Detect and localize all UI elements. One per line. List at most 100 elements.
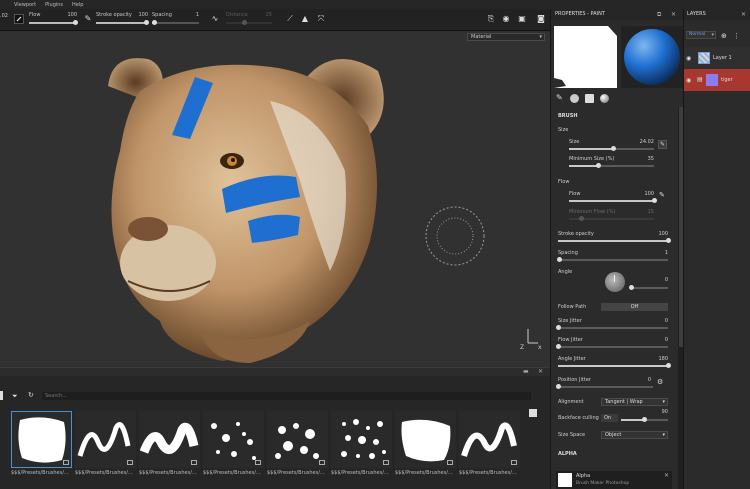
size-pressure-button[interactable]: ✎ <box>658 140 667 149</box>
browser-collapse-handle[interactable] <box>0 391 3 400</box>
folder-icon: ▤ <box>697 76 703 83</box>
alignment-dropdown[interactable]: Tangent | Wrap ▾ <box>601 398 668 406</box>
size-label: Size <box>569 139 580 145</box>
lazy-mouse-icon[interactable]: ∿ <box>210 14 220 24</box>
spacing-value: 1 <box>664 250 668 256</box>
toolbar-stroke-opacity-label: Stroke opacity <box>96 12 132 18</box>
size-jitter-slider[interactable] <box>555 325 668 330</box>
brush-thumb-caption: $$$/Presets/Brushes/... <box>331 470 389 476</box>
toolbar-flow-label: Flow <box>29 12 41 18</box>
angle-slider[interactable] <box>628 285 668 290</box>
brush-thumb[interactable]: $$$/Presets/Brushes/... <box>267 411 328 477</box>
layer-thumbnail <box>698 52 710 64</box>
close-icon[interactable]: ✕ <box>671 9 676 20</box>
brush-thumb[interactable]: $$$/Presets/Brushes/... <box>459 411 520 477</box>
close-icon[interactable]: ✕ <box>741 9 746 20</box>
blend-mode-value: Normal <box>689 32 706 37</box>
stroke-opacity-value: 100 <box>658 231 668 237</box>
close-icon[interactable]: ✕ <box>664 472 669 479</box>
blend-mode-dropdown[interactable]: Normal ▾ <box>686 31 716 39</box>
flow-label: Flow <box>569 191 581 197</box>
alignment-value: Tangent | Wrap <box>605 399 643 405</box>
environment-icon[interactable]: ◉ <box>501 14 511 24</box>
screenshot-icon[interactable]: ◙ <box>536 14 546 24</box>
viewport-3d[interactable]: Material ▾ Z x <box>0 31 550 367</box>
toolbar-stroke-opacity-value: 100 <box>138 12 148 18</box>
backface-angle-slider[interactable] <box>621 417 668 422</box>
layer-row[interactable]: ◉ ▤ tiger <box>684 69 750 91</box>
brush-thumb-caption: $$$/Presets/Brushes/... <box>395 470 453 476</box>
backface-angle-value: 90 <box>661 409 668 415</box>
alpha-thumbnail <box>558 473 572 487</box>
menu-plugins[interactable]: Plugins <box>45 2 63 8</box>
position-jitter-slider[interactable] <box>555 384 653 389</box>
minimize-icon[interactable]: ▬ <box>523 368 529 375</box>
toolbar-distance-slider[interactable]: Distance 25 <box>226 12 272 28</box>
section-alpha-title: ALPHA <box>558 451 577 457</box>
add-layer-icon[interactable]: ⊕ <box>721 32 727 40</box>
properties-panel: PROPERTIES - PAINT ⧉ ✕ ✎ BRUSH Size Size… <box>550 9 684 489</box>
pen-pressure-icon[interactable]: ✎ <box>83 14 93 24</box>
triangle-icon[interactable]: ▲ <box>300 14 310 24</box>
eye-icon[interactable]: ◉ <box>686 55 691 62</box>
angle-dial-needle <box>614 275 615 282</box>
material-sphere-preview <box>621 26 684 88</box>
tiger-head-model: Z x <box>108 58 542 363</box>
float-panel-icon[interactable]: ⧉ <box>657 9 661 20</box>
flow-pressure-icon[interactable]: ✎ <box>659 191 665 199</box>
brush-thumb[interactable]: $$$/Presets/Brushes/... <box>11 411 72 477</box>
min-size-slider[interactable] <box>569 163 654 168</box>
size-group-label: Size <box>558 127 569 133</box>
min-size-label: Minimum Size (%) <box>569 156 615 162</box>
size-slider[interactable] <box>569 146 654 151</box>
menu-help[interactable]: Help <box>72 2 83 8</box>
stroke-opacity-slider[interactable] <box>558 238 671 243</box>
properties-title-bar: PROPERTIES - PAINT ⧉ ✕ <box>551 9 684 20</box>
menu-viewport[interactable]: Viewport <box>14 2 36 8</box>
spacing-slider[interactable] <box>556 257 668 262</box>
flow-slider[interactable] <box>569 198 657 203</box>
backface-culling-toggle[interactable]: On <box>601 414 618 422</box>
camera-view-icon[interactable]: ⎘ <box>486 14 496 24</box>
toolbar-spacing-slider[interactable]: Spacing 1 <box>152 12 199 28</box>
spacing-label: Spacing <box>558 250 578 256</box>
position-jitter-settings-icon[interactable]: ⚙ <box>657 378 663 386</box>
angle-jitter-slider[interactable] <box>558 363 671 368</box>
browser-view-toggle[interactable] <box>529 409 537 417</box>
size-space-dropdown[interactable]: Object ▾ <box>601 431 668 439</box>
layers-title: LAYERS <box>687 11 706 17</box>
angle-dial[interactable] <box>605 272 625 292</box>
display-settings-icon[interactable]: ▣ <box>517 14 527 24</box>
toolbar-flow-slider[interactable]: Flow 100 <box>29 12 78 28</box>
sphere-tab-icon[interactable] <box>600 94 609 103</box>
follow-path-toggle[interactable]: Off <box>601 303 668 311</box>
layer-options-icon[interactable]: ⋮ <box>733 32 740 40</box>
flow-jitter-slider[interactable] <box>555 344 668 349</box>
alpha-selector[interactable]: Alpha Brush Maker Photoshop ✕ <box>556 471 672 489</box>
material-tab-icon[interactable] <box>570 94 579 103</box>
eye-icon[interactable]: ◉ <box>686 77 691 84</box>
x-axis-icon[interactable]: ⤧ <box>316 14 326 24</box>
filter-icon[interactable]: ⏷ <box>12 392 18 401</box>
layer-row[interactable]: ◉ Layer 1 <box>684 47 750 69</box>
brush-thumb[interactable]: $$$/Presets/Brushes/... <box>395 411 456 477</box>
toolbar-spacing-value: 1 <box>195 12 199 18</box>
toolbar-stroke-opacity-slider[interactable]: Stroke opacity 100 <box>96 12 149 28</box>
angle-value: 0 <box>664 277 668 283</box>
brush-picker-icon[interactable] <box>14 14 24 24</box>
brush-thumb[interactable]: $$$/Presets/Brushes/... <box>75 411 136 477</box>
brush-thumb[interactable]: $$$/Presets/Brushes/... <box>203 411 264 477</box>
min-flow-slider[interactable] <box>569 216 654 221</box>
symmetry-icon[interactable]: ⟋ <box>285 14 295 24</box>
refresh-icon[interactable]: ↻ <box>28 391 34 399</box>
brush-thumb[interactable]: $$$/Presets/Brushes/... <box>139 411 200 477</box>
brush-size-readout: .02 <box>0 13 8 19</box>
brush-thumb[interactable]: $$$/Presets/Brushes/... <box>331 411 392 477</box>
browser-search-input[interactable] <box>42 392 531 400</box>
brush-thumb-caption: $$$/Presets/Brushes/... <box>139 470 197 476</box>
close-icon[interactable]: ✕ <box>538 368 543 375</box>
stencil-tab-icon[interactable] <box>585 94 594 103</box>
brush-tab-icon[interactable]: ✎ <box>556 93 563 102</box>
toolbar-distance-label: Distance <box>226 12 248 18</box>
alignment-label: Alignment <box>558 399 584 405</box>
